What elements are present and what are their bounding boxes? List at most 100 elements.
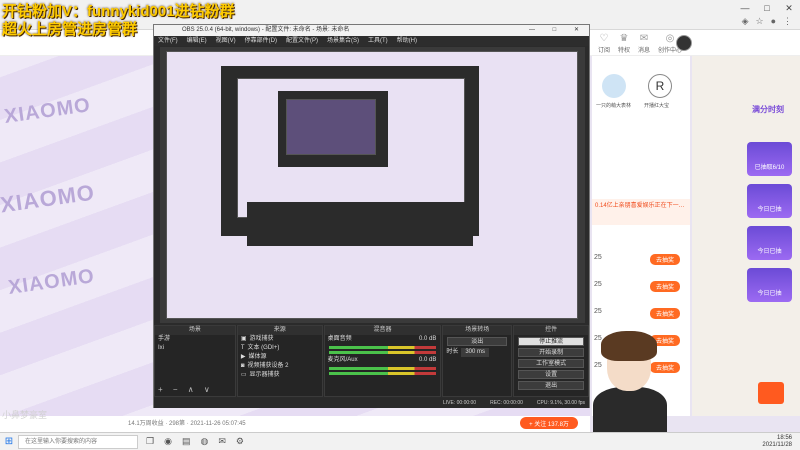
scene-dock-controls[interactable]: + − ∧ ∨ bbox=[158, 385, 214, 394]
gift-button[interactable] bbox=[758, 382, 784, 404]
watermark-text: XIAOMO bbox=[2, 94, 93, 128]
mixer-channel: 桌面音频 0.0 dB bbox=[327, 336, 437, 342]
sources-header: 来源 bbox=[237, 326, 322, 335]
menu-edit[interactable]: 编辑(E) bbox=[187, 36, 207, 46]
watermark-text: XIAOMO bbox=[0, 179, 97, 218]
live-timer: LIVE: 00:00:00 bbox=[443, 400, 477, 406]
minimize-button[interactable]: — bbox=[734, 0, 756, 16]
rec-timer: REC: 00:00:00 bbox=[490, 400, 523, 406]
avatar-body bbox=[593, 387, 667, 432]
mail-icon: ✉ bbox=[639, 33, 649, 44]
avatar-hair bbox=[601, 331, 657, 361]
cpu-fps: CPU: 9.1%, 30.00 fps bbox=[536, 400, 585, 406]
exit-button[interactable]: 退出 bbox=[518, 381, 584, 390]
browser-toolbar-icons: ◈ ☆ ● ⋮ bbox=[742, 16, 792, 27]
play-icon: ▶ bbox=[240, 354, 246, 360]
controls-header: 控件 bbox=[514, 326, 588, 335]
rank-value: 25 bbox=[594, 254, 602, 261]
controls-dock: 控件 停止推流 开始录制 工作室模式 设置 退出 bbox=[513, 325, 589, 397]
lottery-button[interactable]: 去抽奖 bbox=[650, 281, 680, 292]
fan-avatar[interactable]: R bbox=[648, 74, 672, 98]
menu-icon[interactable]: ⋮ bbox=[783, 16, 792, 27]
transitions-dock: 场景转场 淡出 时长 300 ms bbox=[442, 325, 513, 397]
source-item[interactable]: ▣ 游戏捕获 bbox=[238, 335, 322, 344]
stop-streaming-button[interactable]: 停止推流 bbox=[518, 337, 584, 346]
event-badge[interactable]: 今日已抽 bbox=[747, 226, 792, 260]
event-title: 满分时刻 bbox=[752, 105, 784, 114]
fan-name: 开播红大宝 bbox=[644, 103, 670, 109]
task-view-icon[interactable]: ❐ bbox=[146, 436, 154, 447]
mixer-dock: 混音器 桌面音频 0.0 dB 麦克风/Aux 0.0 dB bbox=[323, 325, 442, 397]
obs-window-controls[interactable]: — □ ✕ bbox=[529, 25, 587, 36]
source-item[interactable]: T 文本 (GDI+) bbox=[238, 344, 322, 353]
folder-icon[interactable]: ▤ bbox=[182, 436, 191, 447]
streamer-watermark: 小鼻梦豪室 bbox=[2, 410, 48, 420]
nav-messages[interactable]: ✉ 消息 bbox=[638, 33, 650, 54]
scenes-dock: 场景 手游 Ixi + − ∧ ∨ bbox=[154, 325, 236, 397]
source-item[interactable]: ▶ 媒体源 bbox=[238, 353, 322, 362]
notice-banner[interactable]: 0.14亿上亲朋喜爱娱乐正在下一… bbox=[592, 199, 690, 225]
menu-file[interactable]: 文件(F) bbox=[158, 36, 178, 46]
obs-icon[interactable]: ◍ bbox=[200, 436, 208, 447]
start-recording-button[interactable]: 开始录制 bbox=[518, 348, 584, 357]
obs-titlebar: OBS 25.0.4 (64-bit, windows) - 配置文件: 未命名… bbox=[154, 25, 589, 36]
close-button[interactable]: ✕ bbox=[778, 0, 800, 16]
browser-icon[interactable]: ◉ bbox=[164, 436, 172, 447]
fan-name: 一只的萌大表林 bbox=[596, 103, 632, 109]
menu-docks[interactable]: 停靠部件(D) bbox=[245, 36, 277, 46]
scene-item[interactable]: 手游 bbox=[155, 335, 235, 344]
event-badge[interactable]: 今日已抽 bbox=[747, 184, 792, 218]
volume-slider[interactable] bbox=[328, 372, 437, 375]
extension-icon[interactable]: ◈ bbox=[742, 16, 749, 27]
profile-icon[interactable]: ● bbox=[771, 16, 776, 27]
menu-tools[interactable]: 工具(T) bbox=[368, 36, 388, 46]
heart-icon: ♡ bbox=[599, 33, 609, 44]
nested-preview bbox=[237, 78, 465, 218]
source-item[interactable]: ◙ 视频捕获设备 2 bbox=[238, 362, 322, 371]
scenes-header: 场景 bbox=[155, 326, 235, 335]
event-badge[interactable]: 今日已抽 bbox=[747, 268, 792, 302]
menu-scene-collection[interactable]: 场景集合(S) bbox=[327, 36, 359, 46]
menu-profile[interactable]: 配置文件(P) bbox=[286, 36, 318, 46]
watermark-text: XIAOMO bbox=[6, 265, 97, 299]
rank-value: 25 bbox=[594, 281, 602, 288]
mixer-header: 混音器 bbox=[324, 326, 441, 335]
windows-start-icon[interactable]: ⊞ bbox=[0, 436, 18, 447]
chat-icon[interactable]: ✉ bbox=[218, 436, 226, 447]
volume-slider[interactable] bbox=[328, 351, 437, 354]
taskbar: ⊞ 在这里输入你要搜索的内容 ❐ ◉ ▤ ◍ ✉ ⚙ 18:56 2021/11… bbox=[0, 432, 800, 450]
lottery-button[interactable]: 去抽奖 bbox=[650, 254, 680, 265]
menu-view[interactable]: 视图(V) bbox=[216, 36, 236, 46]
star-icon[interactable]: ☆ bbox=[755, 16, 763, 27]
lottery-button[interactable]: 去抽奖 bbox=[650, 308, 680, 319]
nested-docks bbox=[247, 202, 473, 246]
user-avatar[interactable] bbox=[676, 35, 692, 51]
event-badge[interactable]: 已抽取6/10 bbox=[747, 142, 792, 176]
fan-avatar[interactable] bbox=[602, 74, 626, 98]
duration-field[interactable]: 300 ms bbox=[461, 348, 490, 357]
event-panel: 满分时刻 已抽取6/10 今日已抽 今日已抽 今日已抽 bbox=[692, 56, 800, 416]
obs-menubar: 文件(F) 编辑(E) 视图(V) 停靠部件(D) 配置文件(P) 场景集合(S… bbox=[154, 36, 589, 46]
creator-icon: ◎ bbox=[665, 33, 675, 44]
overlay-text-line2: 超火上房管进房管群 bbox=[2, 21, 138, 38]
studio-mode-button[interactable]: 工作室模式 bbox=[518, 359, 584, 368]
nav-subscribe[interactable]: ♡ 订阅 bbox=[598, 33, 610, 54]
settings-icon[interactable]: ⚙ bbox=[236, 436, 244, 447]
obs-preview[interactable] bbox=[160, 47, 585, 323]
system-clock[interactable]: 18:56 2021/11/28 bbox=[762, 435, 792, 449]
maximize-button[interactable]: □ bbox=[756, 0, 778, 16]
obs-title-text: OBS 25.0.4 (64-bit, windows) - 配置文件: 未命名… bbox=[182, 27, 350, 33]
source-item[interactable]: ▭ 显示器捕获 bbox=[238, 371, 322, 380]
nav-privilege[interactable]: ♛ 特权 bbox=[618, 33, 630, 54]
window-controls: — □ ✕ bbox=[734, 0, 800, 16]
camera-icon: ◙ bbox=[240, 363, 245, 369]
settings-button[interactable]: 设置 bbox=[518, 370, 584, 379]
scene-item[interactable]: Ixi bbox=[155, 344, 235, 353]
taskbar-apps: ❐ ◉ ▤ ◍ ✉ ⚙ bbox=[146, 436, 244, 447]
recursive-preview bbox=[166, 51, 578, 319]
taskbar-search[interactable]: 在这里输入你要搜索的内容 bbox=[18, 434, 138, 449]
transition-select[interactable]: 淡出 bbox=[447, 337, 508, 346]
menu-help[interactable]: 帮助(H) bbox=[397, 36, 417, 46]
follow-button[interactable]: + 关注 137.8万 bbox=[520, 417, 578, 429]
obs-docks: 场景 手游 Ixi + − ∧ ∨ 来源 ▣ 游戏捕获 T 文本 (GDI+) ▶ 媒… bbox=[154, 325, 589, 397]
